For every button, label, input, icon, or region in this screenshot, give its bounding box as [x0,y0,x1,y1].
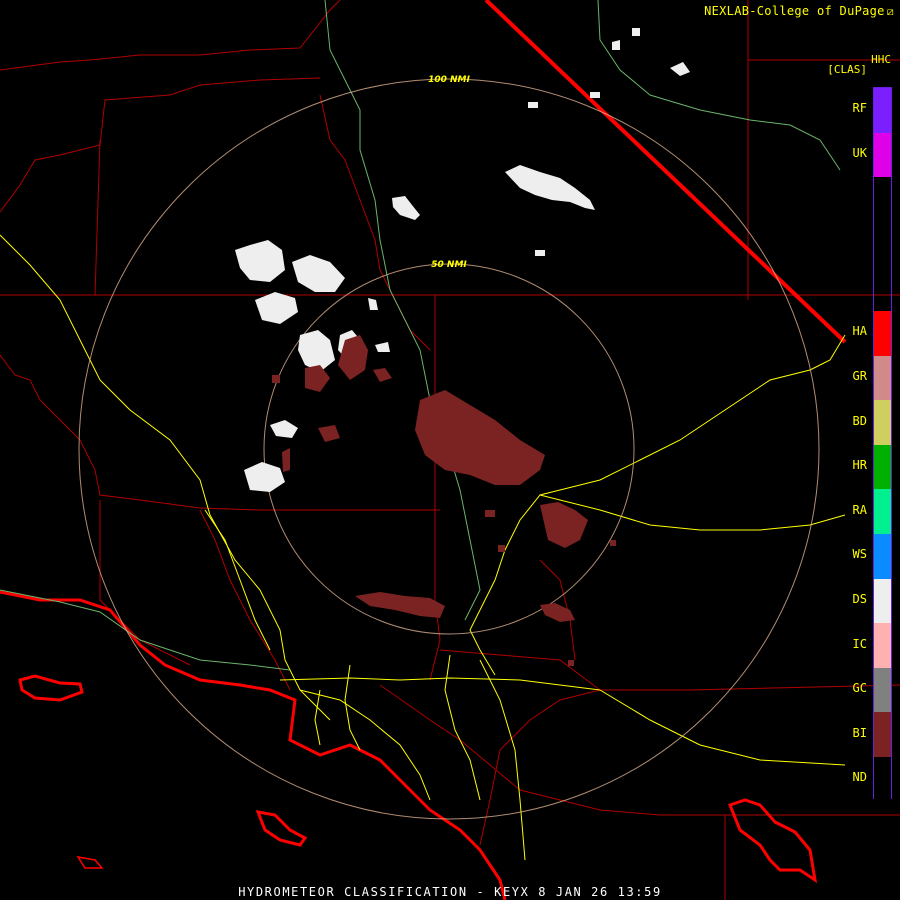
legend-swatch-ic [874,623,891,668]
legend-label-ic: IC [852,636,867,651]
legend-label-ra: RA [852,502,867,517]
ring-label-100: 100 NMI [428,75,470,85]
highways [0,234,846,861]
legend-label-hr: HR [852,458,867,473]
legend-swatch-uk [874,132,891,178]
legend-swatch-ws [874,534,891,579]
echo-biological [272,335,616,666]
legend-swatch-nd [874,757,891,802]
nexlab-credit: NEXLAB-College of DuPage ⧄ [704,4,894,19]
legend-swatch-hr [874,444,891,490]
legend-swatch-bd [874,400,891,445]
product-code: HHC [871,53,891,66]
legend-swatch-gc [874,667,891,713]
legend-swatch-bi [874,712,891,757]
legend-swatch-rf [874,88,891,133]
product-caption: HYDROMETEOR CLASSIFICATION - KEYX 8 JAN … [238,885,662,899]
legend-label-ha: HA [852,324,867,339]
legend-label-ds: DS [852,591,867,606]
legend-label-bi: BI [852,725,867,740]
legend-swatch-ra [874,489,891,534]
legend-swatch-gr [874,355,891,401]
radar-map: 100 NMI 50 NMI [0,0,900,900]
rivers [0,0,841,671]
ring-label-50: 50 NMI [431,260,467,270]
legend-label-bd: BD [852,413,867,428]
product-unit: [CLAS] [827,63,867,76]
legend-label-uk: UK [852,145,867,160]
credit-text: NEXLAB-College of DuPage [704,4,885,18]
legend-swatch-ds [874,578,891,624]
legend-swatch-ha [874,311,891,356]
legend-label-rf: RF [852,101,867,116]
legend-label-gr: GR [852,368,867,383]
legend-label-ws: WS [852,547,867,562]
logo-icon: ⧄ [886,5,894,18]
legend-label-gc: GC [852,681,867,696]
legend-label-nd: ND [852,770,867,785]
state-boundary [484,0,847,344]
coastline [0,590,818,900]
color-legend [873,87,892,802]
